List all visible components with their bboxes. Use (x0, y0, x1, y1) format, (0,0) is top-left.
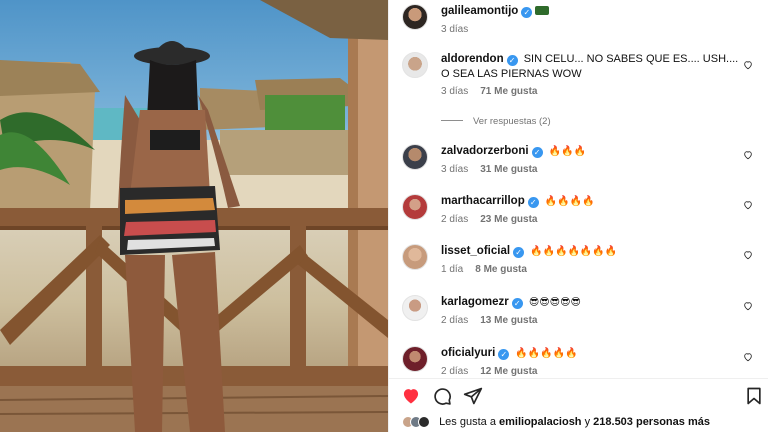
post-author-username[interactable]: galileamontijo (441, 5, 518, 17)
bookmark-icon[interactable] (744, 386, 764, 406)
likes-count[interactable]: 218.503 personas más (593, 416, 710, 428)
comment-time: 3 días (441, 86, 469, 97)
comment-likes[interactable]: 8 Me gusta (475, 264, 527, 275)
comment-likes[interactable]: 13 Me gusta (480, 315, 537, 326)
comment-text: 🔥🔥🔥 (548, 146, 586, 157)
comments-panel: galileamontijo ✓ 3 días aldorendon ✓ SIN C… (388, 0, 768, 378)
comment-icon[interactable] (432, 386, 452, 406)
likes-summary: Les gusta a emiliopalaciosh y 218.503 pe… (402, 416, 710, 428)
post-header: galileamontijo ✓ 3 días (389, 0, 768, 40)
comment-like-heart-icon[interactable] (743, 60, 753, 70)
avatar[interactable] (402, 144, 428, 170)
comment-time: 2 días (441, 315, 469, 326)
comment-item: aldorendon ✓ SIN CELU... NO SABES QUE ES.… (389, 52, 768, 132)
comment-likes[interactable]: 23 Me gusta (480, 214, 537, 225)
flag-emoji-icon (535, 6, 550, 15)
post-action-bar: Les gusta a emiliopalaciosh y 218.503 pe… (388, 378, 768, 432)
verified-badge-icon: ✓ (513, 247, 525, 258)
comment-item: zalvadorzerboni ✓ 🔥🔥🔥 3 días 31 Me gusta (389, 144, 768, 184)
comment-username[interactable]: aldorendon (441, 53, 504, 65)
share-icon[interactable] (463, 386, 483, 406)
avatar[interactable] (402, 52, 428, 78)
photo-scene (0, 0, 388, 432)
comment-item: marthacarrillop ✓ 🔥🔥🔥🔥 2 días 23 Me gusta (389, 194, 768, 234)
comment-username[interactable]: zalvadorzerboni (441, 145, 529, 157)
comment-meta: 1 día 8 Me gusta (441, 264, 539, 275)
comment-username[interactable]: marthacarrillop (441, 195, 525, 207)
comment-item: oficialyuri ✓ 🔥🔥🔥🔥🔥 2 días 12 Me gusta (389, 346, 768, 378)
replies-divider (441, 120, 463, 121)
comment-meta: 2 días 23 Me gusta (441, 214, 550, 225)
comment-meta: 3 días 31 Me gusta (441, 164, 550, 175)
comment-likes[interactable]: 71 Me gusta (480, 86, 537, 97)
comment-text: 🔥🔥🔥🔥 (544, 196, 595, 207)
post-time: 3 días (441, 24, 469, 35)
likes-conjunction: y (584, 416, 591, 428)
comment-username[interactable]: lisset_oficial (441, 245, 510, 257)
comment-meta: 2 días 12 Me gusta (441, 366, 550, 377)
heart-icon[interactable] (401, 386, 421, 406)
comment-text: 😎😎😎😎😎 (528, 297, 581, 308)
comment-item: karlagomezr ✓ 😎😎😎😎😎 2 días 13 Me gusta (389, 295, 768, 335)
verified-badge-icon: ✓ (531, 147, 543, 158)
comment-likes[interactable]: 12 Me gusta (480, 366, 537, 377)
comment-like-heart-icon[interactable] (743, 352, 753, 362)
comment-username[interactable]: karlagomezr (441, 296, 509, 308)
comment-text: 🔥🔥🔥🔥🔥 (515, 348, 578, 359)
view-replies-link[interactable]: Ver respuestas (2) (441, 116, 551, 127)
comment-meta: 3 días 71 Me gusta (441, 86, 550, 97)
post-photo[interactable] (0, 0, 388, 432)
avatar[interactable] (402, 194, 428, 220)
avatar[interactable] (402, 244, 428, 270)
liked-by-username[interactable]: emiliopalaciosh (499, 416, 582, 428)
comment-time: 3 días (441, 164, 469, 175)
verified-badge-icon: ✓ (527, 197, 539, 208)
comment-like-heart-icon[interactable] (743, 301, 753, 311)
avatar[interactable] (402, 346, 428, 372)
comment-likes[interactable]: 31 Me gusta (480, 164, 537, 175)
comment-meta: 2 días 13 Me gusta (441, 315, 550, 326)
comment-time: 2 días (441, 214, 469, 225)
comment-time: 2 días (441, 366, 469, 377)
avatar[interactable] (402, 4, 428, 30)
comment-time: 1 día (441, 264, 464, 275)
comment-like-heart-icon[interactable] (743, 200, 753, 210)
avatar[interactable] (402, 295, 428, 321)
comment-item: lisset_oficial ✓ 🔥🔥🔥🔥🔥🔥🔥 1 día 8 Me gusta (389, 244, 768, 284)
comment-like-heart-icon[interactable] (743, 250, 753, 260)
comment-like-heart-icon[interactable] (743, 150, 753, 160)
verified-badge-icon: ✓ (521, 7, 533, 18)
likes-prefix: Les gusta a (439, 416, 496, 428)
comment-text: 🔥🔥🔥🔥🔥🔥🔥 (530, 246, 618, 257)
verified-badge-icon: ✓ (506, 55, 518, 66)
avatar (418, 416, 430, 428)
verified-badge-icon: ✓ (511, 298, 523, 309)
verified-badge-icon: ✓ (498, 349, 510, 360)
comment-username[interactable]: oficialyuri (441, 347, 495, 359)
